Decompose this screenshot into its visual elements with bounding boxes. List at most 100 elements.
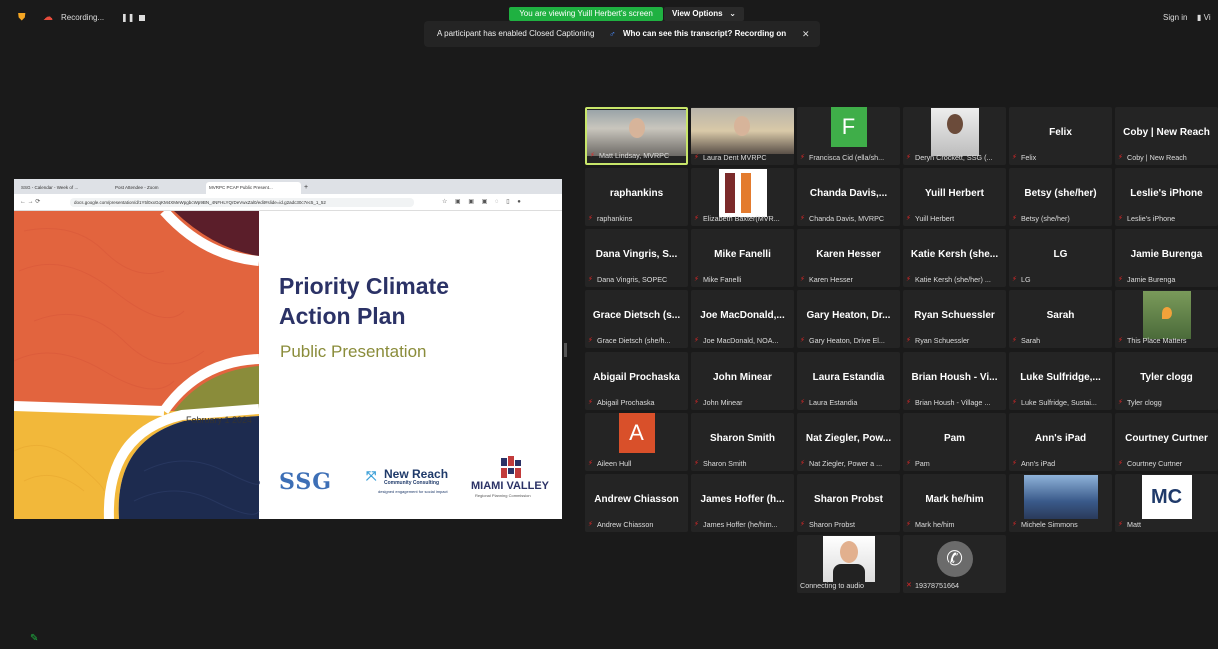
participant-tile[interactable]: Nat Ziegler, Pow... ⚡ Nat Ziegler, Power a… xyxy=(797,413,900,471)
close-icon[interactable]: ✕ xyxy=(802,21,810,47)
address-bar[interactable]: docs.google.com/presentation/d/1Y5l0xxGq… xyxy=(70,198,414,207)
participant-tile[interactable]: Karen Hesser ⚡ Karen Hesser xyxy=(797,229,900,287)
pencil-icon[interactable]: ✎ xyxy=(30,633,42,645)
participant-tile[interactable]: A ⚡ Aileen Hull xyxy=(585,413,688,471)
participant-name-label: Ryan Schuessler xyxy=(915,337,970,345)
shield-icon[interactable]: ⛊ xyxy=(18,12,28,23)
participant-display-name: Joe MacDonald,... xyxy=(700,310,785,321)
view-button[interactable]: ▮ Vi xyxy=(1197,12,1211,23)
pause-recording-button[interactable]: ❚❚ xyxy=(121,12,134,23)
participant-photo xyxy=(930,108,979,156)
participant-tile[interactable]: LG ⚡ LG xyxy=(1009,229,1112,287)
shared-screen[interactable]: SSG - Calendar - Week of ... Post Attend… xyxy=(14,179,562,519)
participant-tile[interactable]: Mark he/him ⚡ Mark he/him xyxy=(903,474,1006,532)
participant-name-label: Gary Heaton, Drive El... xyxy=(809,337,885,345)
location-pin-icon xyxy=(1161,307,1172,319)
muted-mic-icon: ⚡ xyxy=(1012,521,1017,528)
participant-tile[interactable]: Ann's iPad ⚡ Ann's iPad xyxy=(1009,413,1112,471)
participant-display-name: James Hoffer (h... xyxy=(700,494,785,505)
muted-mic-icon: ⚡ xyxy=(1012,276,1017,283)
participant-display-name: Felix xyxy=(1049,127,1072,138)
participant-tile[interactable]: ✆ ✕ 19378751664 xyxy=(903,535,1006,593)
participant-tile[interactable]: raphankins ⚡ raphankins xyxy=(585,168,688,226)
participant-tile[interactable]: Coby | New Reach ⚡ Coby | New Reach xyxy=(1115,107,1218,165)
browser-extension-icons[interactable]: ☆ ▣ ▣ ▣ ◌ ▯ ● xyxy=(442,198,524,205)
sign-in-button[interactable]: Sign in xyxy=(1163,12,1187,23)
participant-tile[interactable]: Andrew Chiasson ⚡ Andrew Chiasson xyxy=(585,474,688,532)
participant-name-label: Laura Estandia xyxy=(809,399,858,407)
muted-mic-icon: ⚡ xyxy=(906,521,911,528)
participant-tile[interactable]: Mike Fanelli ⚡ Mike Fanelli xyxy=(691,229,794,287)
participant-tile[interactable]: ⚡ Elizabeth Baxter(MVR... xyxy=(691,168,794,226)
participant-tile[interactable]: Chanda Davis,... ⚡ Chanda Davis, MVRPC xyxy=(797,168,900,226)
muted-mic-icon: ⚡ xyxy=(588,337,593,344)
participant-name-label: Brian Housh - Village ... xyxy=(915,399,991,407)
participant-tile[interactable]: Katie Kersh (she... ⚡ Katie Kersh (she/her… xyxy=(903,229,1006,287)
participant-tile[interactable]: Sharon Probst ⚡ Sharon Probst xyxy=(797,474,900,532)
participant-tile[interactable]: Abigail Prochaska ⚡ Abigail Prochaska xyxy=(585,352,688,410)
participant-tile[interactable]: Pam ⚡ Pam xyxy=(903,413,1006,471)
participant-tile[interactable]: Sarah ⚡ Sarah xyxy=(1009,290,1112,348)
muted-mic-icon: ⚡ xyxy=(800,276,805,283)
muted-mic-icon: ⚡ xyxy=(694,154,699,161)
participant-tile[interactable]: Connecting to audio xyxy=(797,535,900,593)
participant-tile[interactable]: Leslie's iPhone ⚡ Leslie's iPhone xyxy=(1115,168,1218,226)
participant-tile[interactable]: MC ⚡ Matt xyxy=(1115,474,1218,532)
participant-photo xyxy=(1023,475,1098,519)
participant-tile[interactable]: Courtney Curtner ⚡ Courtney Curtner xyxy=(1115,413,1218,471)
participant-tile[interactable]: F ⚡ Francisca Cid (ella/sh... xyxy=(797,107,900,165)
participant-tile[interactable]: Joe MacDonald,... ⚡ Joe MacDonald, NOA... xyxy=(691,290,794,348)
miami-valley-logo: MIAMI VALLEY Regional Planning Commissio… xyxy=(469,456,553,500)
nav-arrows-icon[interactable]: ← → ⟳ xyxy=(20,198,40,205)
participant-name-label: Mark he/him xyxy=(915,521,955,529)
muted-mic-icon: ⚡ xyxy=(906,215,911,222)
participant-display-name: LG xyxy=(1053,249,1068,260)
muted-mic-icon: ⚡ xyxy=(1118,521,1123,528)
stop-recording-button[interactable] xyxy=(139,15,145,21)
participant-tile[interactable]: Laura Estandia ⚡ Laura Estandia xyxy=(797,352,900,410)
participant-name-label: Yuill Herbert xyxy=(915,215,955,223)
split-view-handle[interactable] xyxy=(564,343,567,357)
slide-title-line1: Priority Climate xyxy=(279,273,449,299)
muted-mic-icon: ⚡ xyxy=(1118,337,1123,344)
participant-tile[interactable]: ⚡ Matt Lindsay, MVRPC xyxy=(585,107,688,165)
participant-tile[interactable]: Sharon Smith ⚡ Sharon Smith xyxy=(691,413,794,471)
browser-tab[interactable]: Post Attendee - Zoom xyxy=(112,182,207,194)
participant-tile[interactable]: Dana Vingris, S... ⚡ Dana Vingris, SOPEC xyxy=(585,229,688,287)
participant-tile[interactable]: Gary Heaton, Dr... ⚡ Gary Heaton, Drive El… xyxy=(797,290,900,348)
participant-tile[interactable]: James Hoffer (h... ⚡ James Hoffer (he/him.… xyxy=(691,474,794,532)
participant-tile[interactable]: Felix ⚡ Felix xyxy=(1009,107,1112,165)
participant-tile[interactable]: ⚡ This Place Matters xyxy=(1115,290,1218,348)
new-tab-button[interactable]: + xyxy=(301,182,314,194)
participant-tile[interactable]: ⚡ Laura Dent MVRPC xyxy=(691,107,794,165)
person-head-icon xyxy=(839,541,858,563)
participant-tile[interactable]: John Minear ⚡ John Minear xyxy=(691,352,794,410)
browser-tab-active[interactable]: MVRPC PCAP Public Present... xyxy=(206,182,301,194)
participant-tile[interactable]: Ryan Schuessler ⚡ Ryan Schuessler xyxy=(903,290,1006,348)
cloud-recording-icon: ☁ xyxy=(43,12,53,23)
participant-tile[interactable]: Jamie Burenga ⚡ Jamie Burenga xyxy=(1115,229,1218,287)
participant-tile[interactable]: Yuill Herbert ⚡ Yuill Herbert xyxy=(903,168,1006,226)
muted-mic-icon: ⚡ xyxy=(1118,154,1123,161)
participant-name-label: Andrew Chiasson xyxy=(597,521,654,529)
muted-mic-icon: ⚡ xyxy=(694,460,699,467)
participant-tile[interactable]: Luke Sulfridge,... ⚡ Luke Sulfridge, Susta… xyxy=(1009,352,1112,410)
participant-tile[interactable]: ⚡ Michele Simmons xyxy=(1009,474,1112,532)
participant-tile[interactable]: ⚡ Deryn Crockett, SSG (... xyxy=(903,107,1006,165)
muted-mic-icon: ⚡ xyxy=(1012,337,1017,344)
cc-transcript-link[interactable]: Who can see this transcript? Recording o… xyxy=(623,21,786,47)
participant-name-label: 19378751664 xyxy=(915,582,959,590)
participant-display-name: Dana Vingris, S... xyxy=(595,249,678,260)
muted-mic-icon: ⚡ xyxy=(800,399,805,406)
recording-label: Recording... xyxy=(61,13,105,22)
muted-mic-icon: ⚡ xyxy=(1118,276,1123,283)
view-options-button[interactable]: View Options ⌄ xyxy=(664,7,744,21)
participant-tile[interactable]: Betsy (she/her) ⚡ Betsy (she/her) xyxy=(1009,168,1112,226)
participant-name-label: Joe MacDonald, NOA... xyxy=(703,337,779,345)
participant-display-name: Chanda Davis,... xyxy=(809,188,888,199)
browser-tab[interactable]: SSG - Calendar - Week of ... xyxy=(18,182,113,194)
participant-tile[interactable]: Brian Housh - Vi... ⚡ Brian Housh - Villag… xyxy=(903,352,1006,410)
participant-display-name: Katie Kersh (she... xyxy=(910,249,999,260)
participant-tile[interactable]: Tyler clogg ⚡ Tyler clogg xyxy=(1115,352,1218,410)
participant-tile[interactable]: Grace Dietsch (s... ⚡ Grace Dietsch (she/h… xyxy=(585,290,688,348)
